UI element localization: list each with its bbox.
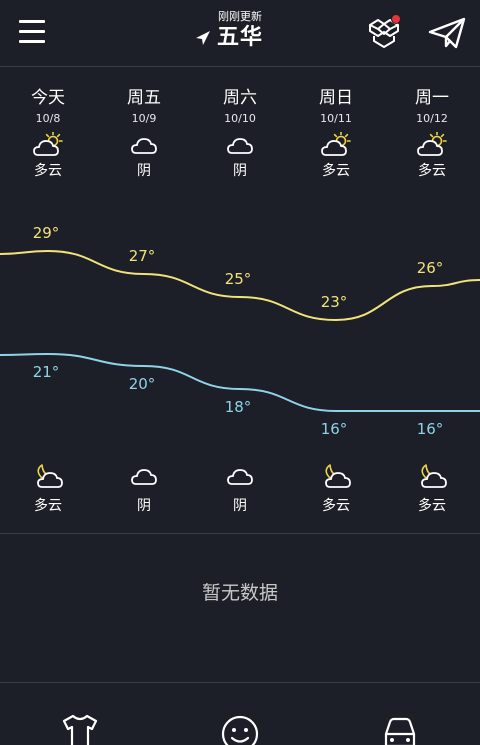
- day-date: 10/9: [131, 112, 157, 125]
- empty-state: 暂无数据: [201, 582, 278, 604]
- menu-icon[interactable]: [19, 20, 45, 44]
- low-temp-label: 16°: [417, 420, 444, 438]
- smiley-icon[interactable]: [220, 712, 260, 745]
- night-column: 阴: [192, 463, 288, 515]
- day-condition: 多云: [322, 163, 350, 179]
- high-temp-label: 26°: [417, 259, 444, 277]
- day-condition: 多云: [34, 163, 62, 179]
- night-column: 多云: [0, 463, 96, 515]
- high-temp-label: 29°: [33, 224, 60, 242]
- cloudy-icon: [131, 469, 157, 485]
- night-column: 多云: [384, 463, 480, 515]
- partly-cloudy-night-icon: [37, 464, 63, 488]
- day-name: 周一: [415, 88, 449, 108]
- high-temp-label: 27°: [129, 247, 156, 265]
- low-temp-label: 21°: [33, 363, 60, 381]
- weather-forecast-screen: 刚刚更新 五华 今天 10/8 多云 周五 10/9 阴 周六 10/10 阴 …: [0, 0, 480, 745]
- day-condition: 多云: [418, 163, 446, 179]
- notification-dot: [391, 14, 401, 24]
- car-icon[interactable]: [380, 712, 420, 745]
- partly-cloudy-day-icon: [417, 132, 447, 156]
- night-column: 阴: [96, 463, 192, 515]
- send-icon[interactable]: [428, 16, 466, 50]
- day-column: 周五 10/9 阴: [96, 87, 192, 180]
- city-name: 五华: [216, 25, 263, 50]
- dropbox-icon[interactable]: [366, 14, 402, 50]
- day-name: 今天: [31, 88, 65, 108]
- day-condition: 阴: [233, 163, 247, 179]
- day-name: 周日: [319, 88, 353, 108]
- partly-cloudy-day-icon: [321, 132, 351, 156]
- shirt-icon[interactable]: [60, 712, 100, 745]
- day-name: 周六: [223, 88, 257, 108]
- night-condition: 多云: [418, 498, 446, 514]
- partly-cloudy-night-icon: [325, 464, 351, 488]
- day-name: 周五: [127, 88, 161, 108]
- low-temp-label: 16°: [321, 420, 348, 438]
- header-divider: [0, 66, 480, 67]
- day-condition: 阴: [137, 163, 151, 179]
- bottom-divider: [0, 682, 480, 683]
- day-date: 10/10: [224, 112, 256, 125]
- low-temp-label: 20°: [129, 375, 156, 393]
- night-condition: 阴: [233, 498, 247, 514]
- low-temp-label: 18°: [225, 398, 252, 416]
- location-arrow-icon: [195, 31, 210, 45]
- cloudy-icon: [227, 469, 253, 485]
- location-title[interactable]: 刚刚更新 五华: [180, 10, 300, 52]
- night-condition: 多云: [34, 498, 62, 514]
- day-column: 今天 10/8 多云: [0, 87, 96, 180]
- night-condition: 阴: [137, 498, 151, 514]
- temperature-chart: 29° 27° 25° 23° 26° 21° 20° 18° 16° 16°: [0, 224, 480, 438]
- day-column: 周一 10/12 多云: [384, 87, 480, 180]
- high-temp-label: 25°: [225, 270, 252, 288]
- section-divider: [0, 533, 480, 534]
- cloudy-icon: [131, 138, 157, 154]
- update-status: 刚刚更新: [218, 10, 262, 23]
- high-temp-label: 23°: [321, 293, 348, 311]
- day-column: 周日 10/11 多云: [288, 87, 384, 180]
- day-date: 10/8: [35, 112, 61, 125]
- night-condition: 多云: [322, 498, 350, 514]
- cloudy-icon: [227, 138, 253, 154]
- top-bar: 刚刚更新 五华: [0, 0, 480, 66]
- day-date: 10/12: [416, 112, 448, 125]
- partly-cloudy-night-icon: [421, 464, 447, 488]
- partly-cloudy-day-icon: [33, 132, 63, 156]
- night-column: 多云: [288, 463, 384, 515]
- day-date: 10/11: [320, 112, 352, 125]
- day-column: 周六 10/10 阴: [192, 87, 288, 180]
